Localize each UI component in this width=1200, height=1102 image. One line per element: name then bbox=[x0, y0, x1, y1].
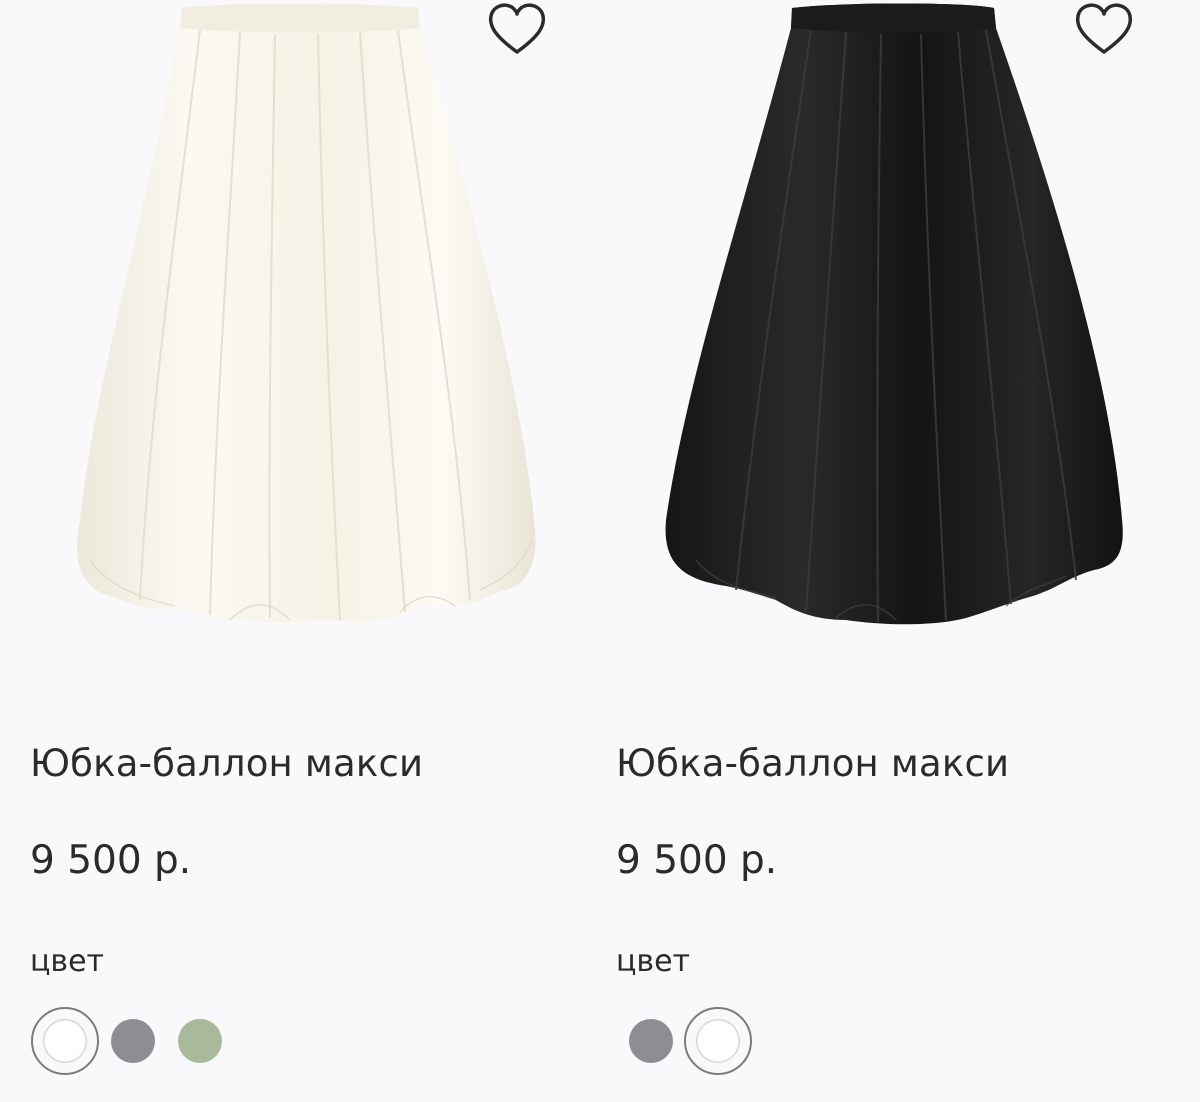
color-swatch-gray[interactable] bbox=[98, 1006, 168, 1076]
color-swatches bbox=[616, 1006, 1016, 1076]
product-image-ivory-skirt[interactable] bbox=[0, 0, 586, 700]
product-card[interactable]: Юбка-баллон макси 9 500 р. цвет bbox=[0, 0, 586, 1102]
color-label: цвет bbox=[30, 944, 105, 979]
product-title[interactable]: Юбка-баллон макси bbox=[30, 742, 423, 785]
heart-outline-icon[interactable] bbox=[485, 0, 549, 56]
product-card[interactable]: Юбка-баллон макси 9 500 р. цвет bbox=[586, 0, 1172, 1102]
color-swatch-white-selected[interactable] bbox=[30, 1006, 100, 1076]
color-label: цвет bbox=[616, 944, 691, 979]
swatch-dot bbox=[178, 1019, 222, 1063]
heart-outline-icon[interactable] bbox=[1072, 0, 1136, 56]
color-swatch-sage[interactable] bbox=[165, 1006, 235, 1076]
swatch-dot bbox=[696, 1019, 740, 1063]
swatch-dot bbox=[43, 1019, 87, 1063]
product-price: 9 500 р. bbox=[616, 838, 778, 883]
color-swatch-white-selected[interactable] bbox=[683, 1006, 753, 1076]
product-image-black-skirt[interactable] bbox=[586, 0, 1172, 700]
product-title[interactable]: Юбка-баллон макси bbox=[616, 742, 1009, 785]
swatch-dot bbox=[111, 1019, 155, 1063]
product-price: 9 500 р. bbox=[30, 838, 192, 883]
color-swatches bbox=[30, 1006, 430, 1076]
swatch-dot bbox=[629, 1019, 673, 1063]
color-swatch-gray[interactable] bbox=[616, 1006, 686, 1076]
